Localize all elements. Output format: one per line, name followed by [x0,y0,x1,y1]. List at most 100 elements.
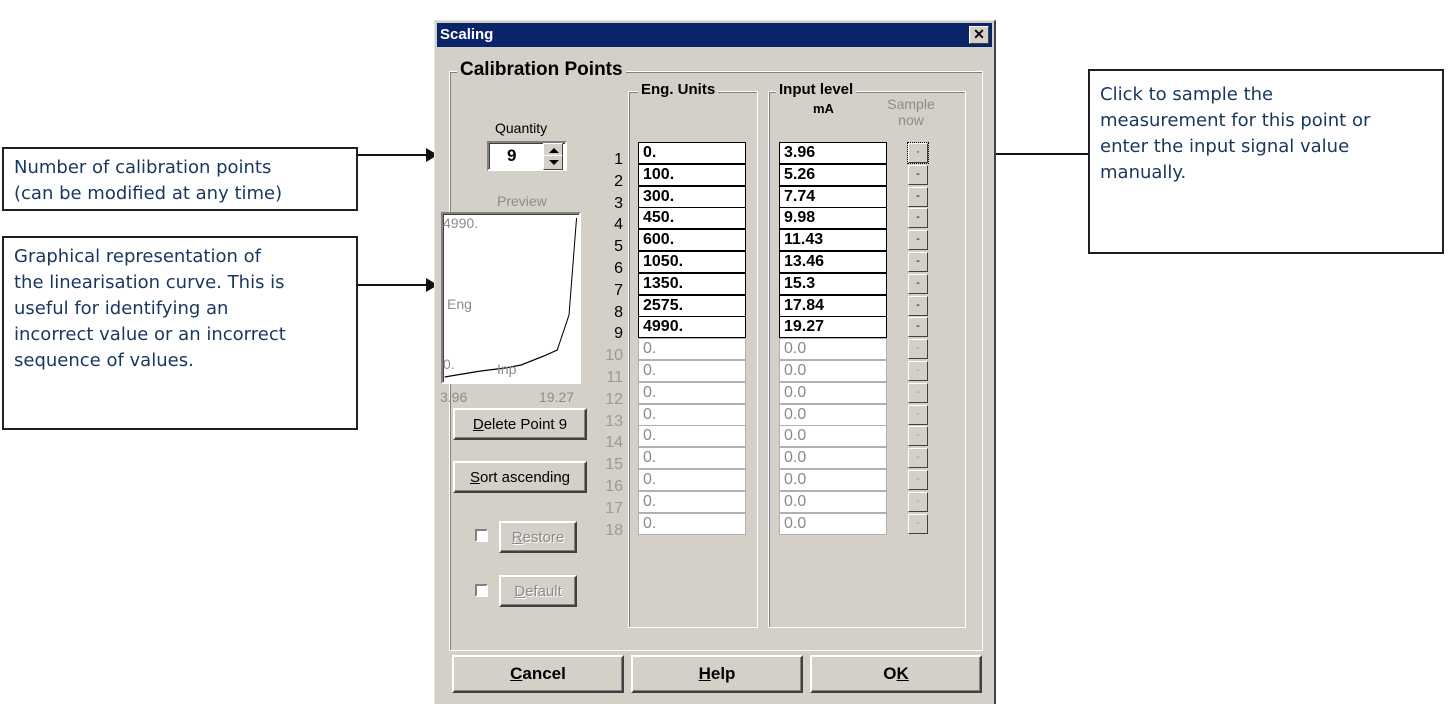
eng-units-input[interactable]: 4990. [638,316,746,339]
callout-text: measurement for this point or [1100,110,1371,131]
callout-sample: Click to sample the measurement for this… [1088,69,1444,254]
delete-point-button[interactable]: Delete Point 9 [453,408,587,440]
eng-units-input[interactable]: 300. [638,185,746,208]
sample-now-button[interactable]: - [908,404,928,425]
row-number: 6 [614,260,623,277]
input-level-input[interactable]: 13.46 [779,251,887,273]
sample-now-button[interactable]: - [908,252,928,272]
eng-units-input[interactable]: 0. [638,360,746,382]
eng-units-input[interactable]: 0. [638,447,746,470]
input-level-input[interactable]: 0.0 [779,425,887,448]
ok-button[interactable]: OK [810,655,982,693]
input-level-input[interactable]: 0.0 [779,490,887,513]
eng-units-input[interactable]: 450. [638,207,746,230]
sample-now-button[interactable]: - [908,164,928,185]
quantity-stepper[interactable]: 9 [487,141,567,171]
restore-checkbox[interactable] [475,529,488,542]
callout-text: Number of calibration points [14,157,272,178]
input-level-input[interactable]: 0.0 [779,469,887,491]
row-number: 3 [614,194,623,212]
quantity-value: 9 [507,146,517,165]
input-level-input[interactable]: 0.0 [779,360,887,382]
sort-ascending-button[interactable]: Sort ascending [453,461,587,493]
arrow-quantity [358,148,438,162]
sample-now-button[interactable]: - [908,491,928,512]
arrow-preview [358,278,438,292]
input-level-input[interactable]: 0.0 [779,381,887,404]
eng-units-input[interactable]: 1050. [638,251,746,273]
close-icon: ✕ [973,26,985,42]
default-button[interactable]: Default [499,575,577,607]
row-number: 7 [614,281,623,299]
default-checkbox[interactable] [475,584,488,597]
sample-now-button[interactable]: - [908,513,928,534]
input-level-input[interactable]: 7.74 [779,185,887,208]
input-unit: mA [813,101,834,116]
sample-now-button[interactable]: - [908,448,928,469]
help-accel: H [698,664,711,683]
input-level-input[interactable]: 0.0 [779,403,887,426]
cancel-button[interactable]: Cancel [452,655,624,693]
help-button[interactable]: Help [631,655,803,693]
row-number: 13 [605,412,623,430]
sample-now-button[interactable]: - [908,317,928,338]
input-level-input[interactable]: 0.0 [779,447,887,470]
eng-units-input[interactable]: 0. [638,338,746,361]
eng-units-input[interactable]: 0. [638,469,746,491]
restore-button[interactable]: Restore [499,521,577,553]
default-accel: D [514,582,526,600]
sample-now-button[interactable]: - [908,230,928,251]
restore-label: estore [522,528,565,546]
input-level-input[interactable]: 9.98 [779,207,887,230]
preview-x-min: 3.96 [440,389,468,405]
eng-units-input[interactable]: 0. [638,512,746,535]
input-level-input[interactable]: 11.43 [779,229,887,252]
quantity-down-arrow-icon[interactable] [543,155,563,170]
ok-accel: K [896,664,909,683]
callout-preview: Graphical representation of the linearis… [2,236,358,430]
eng-units-input[interactable]: 100. [638,163,746,186]
row-number: 10 [605,347,623,365]
callout-text: enter the input signal value [1100,136,1350,157]
row-number: 2 [614,172,623,190]
sample-now-button[interactable]: - [908,470,928,490]
sample-now-button[interactable]: - [908,208,928,229]
row-number: 11 [606,369,623,386]
input-level-input[interactable]: 17.84 [779,294,887,317]
sample-now-button[interactable]: - [908,273,928,294]
sample-now-button[interactable]: · [907,142,929,164]
eng-units-input[interactable]: 1350. [638,272,746,295]
sample-now-button[interactable]: - [908,295,928,316]
eng-units-input[interactable]: 600. [638,229,746,252]
close-button[interactable]: ✕ [969,26,989,44]
input-level-input[interactable]: 0.0 [779,338,887,361]
quantity-label: Quantity [495,120,548,136]
callout-text: manually. [1100,162,1187,183]
sample-now-button[interactable]: - [908,186,928,207]
input-level-input[interactable]: 3.96 [779,142,887,164]
input-level-input[interactable]: 19.27 [779,316,887,339]
input-level-input[interactable]: 0.0 [779,512,887,535]
calibration-points-title: Calibration Points [457,59,626,81]
sample-now-button[interactable]: - [908,339,928,360]
scaling-dialog: Scaling ✕ Calibration Points Quantity 9 … [434,20,996,704]
sample-now-button[interactable]: - [908,426,928,447]
callout-text: incorrect value or an incorrect [14,324,286,345]
callout-text: Graphical representation of [14,246,261,267]
sample-now-label: Sample now [887,96,935,128]
eng-units-input[interactable]: 0. [638,403,746,426]
sample-now-button[interactable]: - [908,361,928,381]
row-number: 15 [605,456,623,474]
eng-units-input[interactable]: 0. [638,490,746,513]
eng-units-input[interactable]: 0. [638,425,746,448]
sample-now-button[interactable]: - [908,382,928,403]
input-level-input[interactable]: 15.3 [779,272,887,295]
row-number: 16 [605,478,623,495]
eng-units-input[interactable]: 0. [638,142,746,164]
input-level-input[interactable]: 5.26 [779,163,887,186]
eng-units-input[interactable]: 0. [638,381,746,404]
preview-y-min: 0. [443,356,455,372]
callout-quantity: Number of calibration points (can be mod… [2,147,358,211]
preview-x-label: Inp [497,361,517,377]
eng-units-input[interactable]: 2575. [638,294,746,317]
